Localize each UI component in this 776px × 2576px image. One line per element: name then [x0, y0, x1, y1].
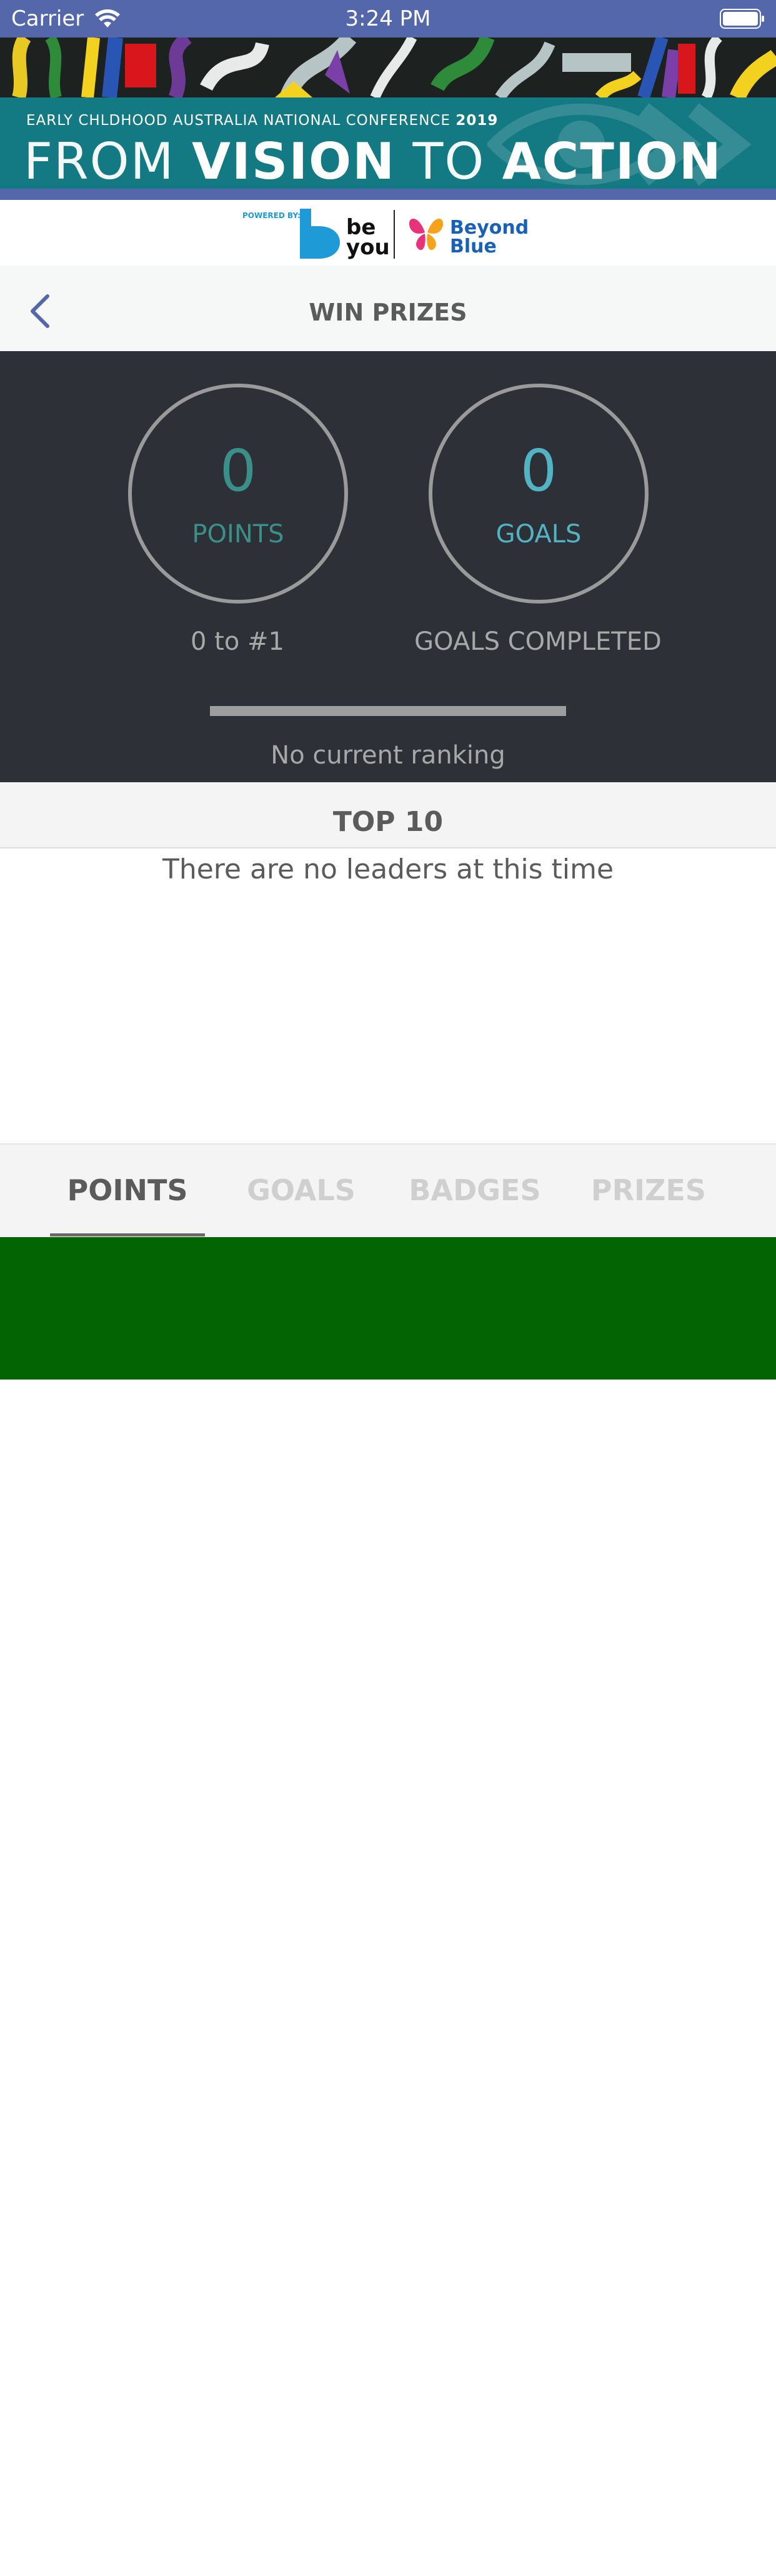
status-bar: Carrier 3:24 PM [0, 0, 776, 37]
points-rank-caption: 0 to #1 [191, 627, 284, 656]
page-title: WIN PRIZES [309, 299, 467, 326]
tab-badges[interactable]: BADGES [400, 1173, 550, 1207]
goals-label: GOALS [495, 520, 582, 549]
points-value: 0 [219, 437, 257, 504]
conference-title: FROM VISION TO ACTION [24, 132, 722, 191]
powered-by-label: POWERED BY: [242, 211, 301, 220]
goals-value: 0 [520, 437, 557, 504]
active-tab-indicator [50, 1233, 205, 1236]
artwork-pattern [0, 37, 776, 97]
tab-goals[interactable]: GOALS [226, 1173, 376, 1207]
beyou-wordmark: be you [346, 215, 390, 260]
battery-icon [720, 9, 764, 29]
conference-subtitle: EARLY CHLDHOOD AUSTRALIA NATIONAL CONFER… [26, 112, 499, 129]
tab-prizes[interactable]: PRIZES [574, 1173, 724, 1207]
butterfly-logo-icon [409, 218, 444, 251]
clock: 3:24 PM [345, 6, 431, 31]
beyondblue-wordmark: Beyond Blue [450, 217, 529, 257]
points-label: POINTS [192, 520, 284, 549]
leaderboard-empty-message: There are no leaders at this time [162, 853, 614, 885]
goals-completed-caption: GOALS COMPLETED [414, 627, 662, 656]
ranking-progress-bar [210, 706, 566, 716]
tab-points[interactable]: POINTS [52, 1173, 202, 1207]
banner-artwork [0, 37, 776, 97]
stats-panel [0, 351, 776, 782]
banner-divider [0, 189, 776, 200]
sponsor-divider [394, 210, 395, 259]
scan-now-button[interactable]: SCAN NOW [0, 1237, 776, 2576]
beyou-logo-icon [300, 209, 340, 259]
scan-now-label: SCAN NOW [315, 2530, 537, 2576]
qr-code-icon [224, 2528, 267, 2572]
top10-title: TOP 10 [332, 806, 444, 838]
ranking-status: No current ranking [271, 741, 505, 770]
